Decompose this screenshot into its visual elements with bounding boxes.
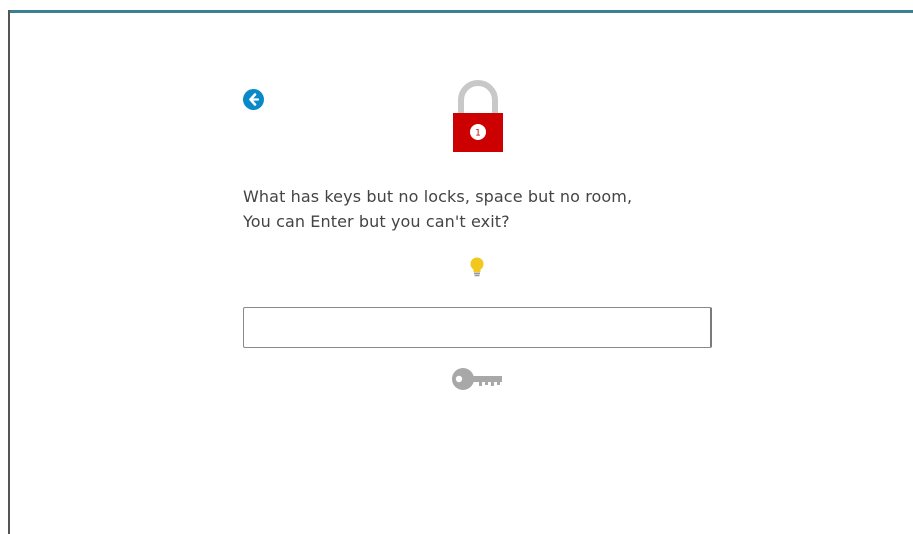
key-icon xyxy=(452,368,502,390)
back-button[interactable] xyxy=(243,89,264,110)
riddle-line-1: What has keys but no locks, space but no… xyxy=(243,187,633,206)
padlock-icon: 1 xyxy=(452,80,504,154)
puzzle-page: 1 What has keys but no locks, space but … xyxy=(0,0,913,534)
left-border xyxy=(8,10,10,534)
hint-button[interactable] xyxy=(468,256,486,278)
riddle-line-2: You can Enter but you can't exit? xyxy=(243,212,510,231)
lightbulb-icon xyxy=(470,257,484,277)
back-arrow-icon xyxy=(249,93,260,106)
lock-number: 1 xyxy=(475,129,481,139)
top-border xyxy=(8,10,913,13)
riddle-text: What has keys but no locks, space but no… xyxy=(243,184,723,234)
answer-input[interactable] xyxy=(243,307,712,348)
submit-key-button[interactable] xyxy=(451,367,504,391)
